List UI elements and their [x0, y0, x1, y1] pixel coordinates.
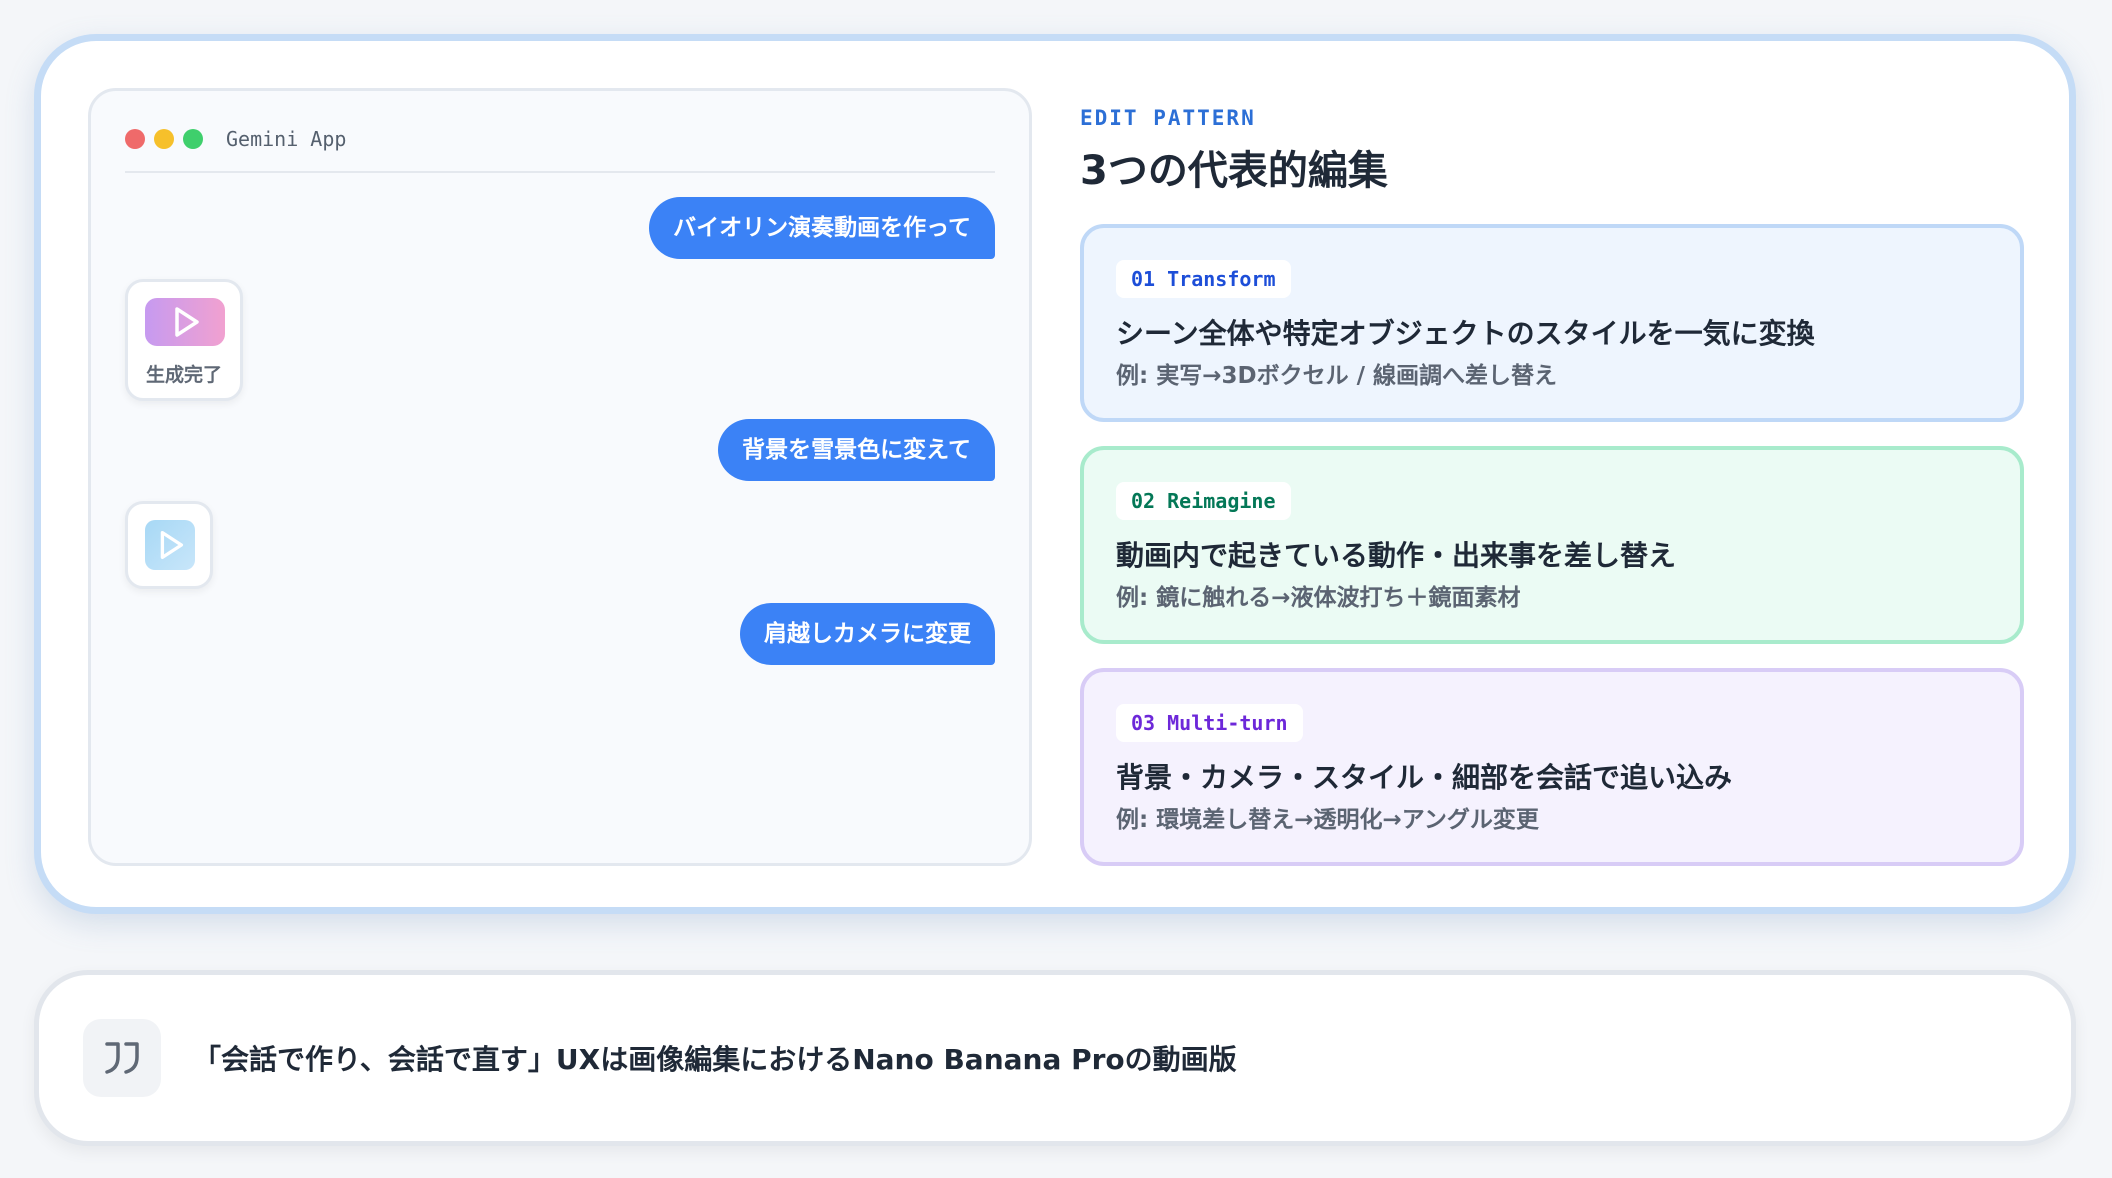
- minimize-window-button[interactable]: [154, 129, 174, 149]
- video-thumbnail: [145, 298, 225, 346]
- play-icon: [160, 530, 184, 560]
- pattern-example: 例: 鏡に触れる→液体波打ち＋鏡面素材: [1116, 585, 1521, 611]
- pattern-tag: 03 Multi-turn: [1116, 704, 1303, 742]
- pattern-card-reimagine: 02 Reimagine 動画内で起きている動作・出来事を差し替え 例: 鏡に触…: [1080, 446, 2024, 644]
- user-message: 背景を雪景色に変えて: [718, 419, 995, 481]
- maximize-window-button[interactable]: [183, 129, 203, 149]
- play-icon: [175, 307, 199, 337]
- video-thumbnail: [145, 520, 195, 570]
- pattern-title: 動画内で起きている動作・出来事を差し替え: [1116, 539, 1677, 572]
- user-message: バイオリン演奏動画を作って: [649, 197, 995, 259]
- chat-header-divider: [125, 171, 995, 173]
- edited-video-card[interactable]: [125, 501, 213, 589]
- pattern-title: 背景・カメラ・スタイル・細部を会話で追い込み: [1116, 761, 1733, 794]
- pattern-example: 例: 環境差し替え→透明化→アングル変更: [1116, 807, 1539, 833]
- section-title: 3つの代表的編集: [1080, 148, 1388, 194]
- pattern-title: シーン全体や特定オブジェクトのスタイルを一気に変換: [1116, 317, 1815, 350]
- app-name: Gemini App: [226, 127, 347, 151]
- quote-text: 「会話で作り、会話で直す」UXは画像編集におけるNano Banana Proの…: [193, 1043, 1237, 1076]
- section-eyebrow: EDIT PATTERN: [1080, 106, 1256, 130]
- quote-card: 「会話で作り、会話で直す」UXは画像編集におけるNano Banana Proの…: [34, 970, 2076, 1146]
- quote-icon-box: [83, 1019, 161, 1097]
- close-window-button[interactable]: [125, 129, 145, 149]
- quote-icon: [105, 1042, 139, 1074]
- pattern-tag: 02 Reimagine: [1116, 482, 1291, 520]
- user-message: 肩越しカメラに変更: [740, 603, 995, 665]
- window-controls: [125, 129, 203, 149]
- pattern-example: 例: 実写→3Dボクセル / 線画調へ差し替え: [1116, 363, 1557, 389]
- pattern-card-transform: 01 Transform シーン全体や特定オブジェクトのスタイルを一気に変換 例…: [1080, 224, 2024, 422]
- video-status-label: 生成完了: [145, 364, 222, 386]
- generated-video-card[interactable]: 生成完了: [125, 279, 243, 401]
- chat-window: Gemini App バイオリン演奏動画を作って 生成完了 背景を雪景色に変えて…: [88, 88, 1032, 866]
- pattern-card-multi-turn: 03 Multi-turn 背景・カメラ・スタイル・細部を会話で追い込み 例: …: [1080, 668, 2024, 866]
- pattern-tag: 01 Transform: [1116, 260, 1291, 298]
